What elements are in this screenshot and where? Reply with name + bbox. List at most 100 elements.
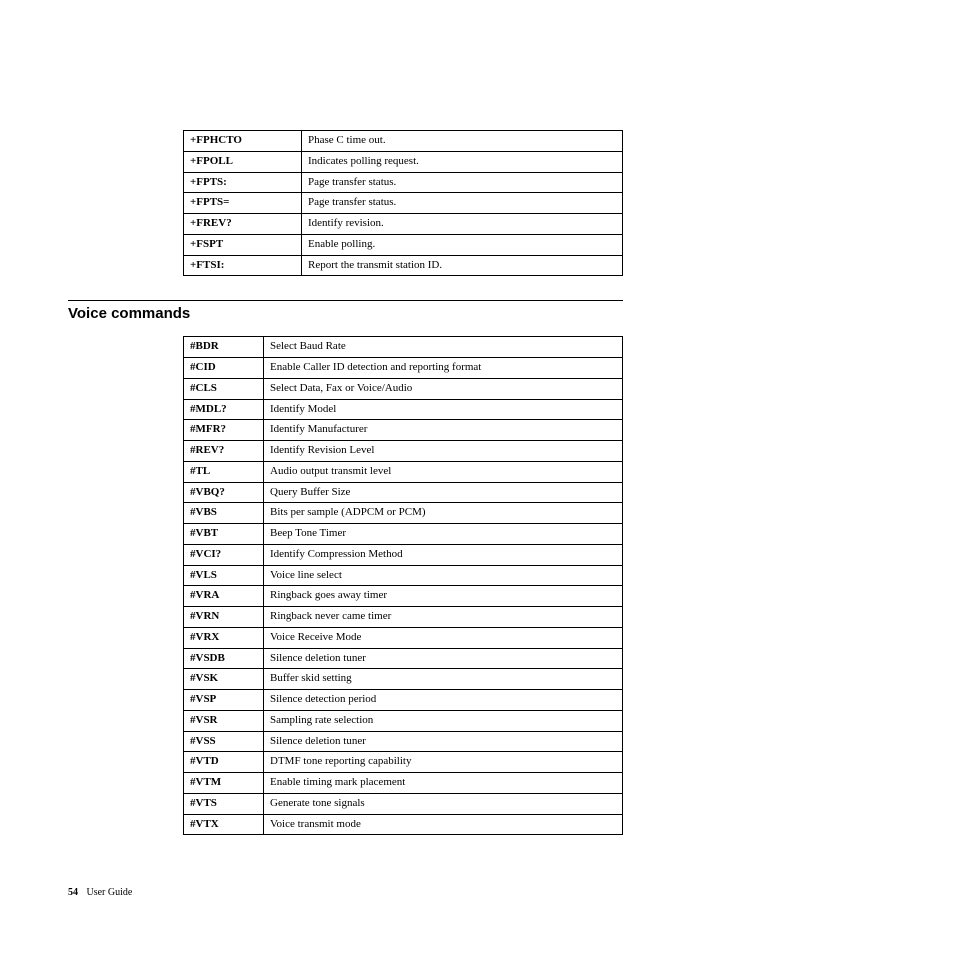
table-row: #CLSSelect Data, Fax or Voice/Audio [184, 378, 623, 399]
table-row: #VSDBSilence deletion tuner [184, 648, 623, 669]
command-code: #VSDB [184, 648, 264, 669]
command-code: #TL [184, 461, 264, 482]
command-code: #MFR? [184, 420, 264, 441]
command-description: Bits per sample (ADPCM or PCM) [264, 503, 623, 524]
command-description: Silence deletion tuner [264, 648, 623, 669]
table-row: #CIDEnable Caller ID detection and repor… [184, 358, 623, 379]
command-code: #REV? [184, 441, 264, 462]
table-row: #VBTBeep Tone Timer [184, 524, 623, 545]
table-row: #VSRSampling rate selection [184, 710, 623, 731]
table-row: #MFR?Identify Manufacturer [184, 420, 623, 441]
table-row: #BDRSelect Baud Rate [184, 337, 623, 358]
command-description: Silence deletion tuner [264, 731, 623, 752]
table-row: #VSSSilence deletion tuner [184, 731, 623, 752]
command-description: Enable Caller ID detection and reporting… [264, 358, 623, 379]
table-row: +FPTS=Page transfer status. [184, 193, 623, 214]
table-row: #VTSGenerate tone signals [184, 793, 623, 814]
command-code: #VBT [184, 524, 264, 545]
command-description: Beep Tone Timer [264, 524, 623, 545]
command-code: #VTD [184, 752, 264, 773]
command-description: Enable timing mark placement [264, 773, 623, 794]
table-row: #VTMEnable timing mark placement [184, 773, 623, 794]
command-description: Sampling rate selection [264, 710, 623, 731]
command-code: #VSR [184, 710, 264, 731]
table-row: +FPHCTOPhase C time out. [184, 131, 623, 152]
command-code: #VBS [184, 503, 264, 524]
command-code: +FPTS: [184, 172, 302, 193]
command-description: Generate tone signals [264, 793, 623, 814]
command-code: #MDL? [184, 399, 264, 420]
command-code: #CID [184, 358, 264, 379]
command-description: Identify revision. [302, 214, 623, 235]
table-row: +FPTS:Page transfer status. [184, 172, 623, 193]
section-title-voice-commands: Voice commands [68, 305, 814, 322]
command-description: Phase C time out. [302, 131, 623, 152]
table-row: #VRXVoice Receive Mode [184, 627, 623, 648]
command-code: #VTM [184, 773, 264, 794]
page-footer: 54 User Guide [68, 887, 132, 898]
command-description: Identify Revision Level [264, 441, 623, 462]
fax-commands-block: +FPHCTOPhase C time out.+FPOLLIndicates … [183, 130, 623, 276]
fax-commands-table: +FPHCTOPhase C time out.+FPOLLIndicates … [183, 130, 623, 276]
table-row: +FREV?Identify revision. [184, 214, 623, 235]
command-code: #VTS [184, 793, 264, 814]
table-row: +FPOLLIndicates polling request. [184, 151, 623, 172]
command-description: Silence detection period [264, 690, 623, 711]
command-description: Query Buffer Size [264, 482, 623, 503]
command-code: +FPOLL [184, 151, 302, 172]
page: +FPHCTOPhase C time out.+FPOLLIndicates … [0, 0, 954, 954]
section-divider [68, 300, 623, 301]
table-row: #VRARingback goes away timer [184, 586, 623, 607]
command-code: #BDR [184, 337, 264, 358]
command-code: #VSP [184, 690, 264, 711]
command-code: #VRX [184, 627, 264, 648]
table-row: #VCI?Identify Compression Method [184, 544, 623, 565]
command-description: Voice Receive Mode [264, 627, 623, 648]
table-row: #VSPSilence detection period [184, 690, 623, 711]
command-code: +FREV? [184, 214, 302, 235]
command-code: #VSK [184, 669, 264, 690]
command-description: Identify Compression Method [264, 544, 623, 565]
table-row: #TLAudio output transmit level [184, 461, 623, 482]
command-code: #VLS [184, 565, 264, 586]
voice-commands-block: #BDRSelect Baud Rate#CIDEnable Caller ID… [183, 336, 623, 835]
command-description: Audio output transmit level [264, 461, 623, 482]
table-row: #VTDDTMF tone reporting capability [184, 752, 623, 773]
command-code: #VTX [184, 814, 264, 835]
command-description: DTMF tone reporting capability [264, 752, 623, 773]
table-row: #VBSBits per sample (ADPCM or PCM) [184, 503, 623, 524]
command-code: +FTSI: [184, 255, 302, 276]
command-code: #VSS [184, 731, 264, 752]
table-row: #VRNRingback never came timer [184, 607, 623, 628]
table-row: +FSPTEnable polling. [184, 234, 623, 255]
command-description: Enable polling. [302, 234, 623, 255]
command-code: +FPHCTO [184, 131, 302, 152]
command-code: #VRA [184, 586, 264, 607]
command-description: Indicates polling request. [302, 151, 623, 172]
command-description: Identify Manufacturer [264, 420, 623, 441]
command-code: #VRN [184, 607, 264, 628]
command-code: +FPTS= [184, 193, 302, 214]
table-row: #VSKBuffer skid setting [184, 669, 623, 690]
command-code: #CLS [184, 378, 264, 399]
command-description: Ringback never came timer [264, 607, 623, 628]
footer-label: User Guide [87, 887, 133, 898]
command-description: Page transfer status. [302, 193, 623, 214]
command-description: Select Baud Rate [264, 337, 623, 358]
page-number: 54 [68, 887, 78, 898]
table-row: +FTSI:Report the transmit station ID. [184, 255, 623, 276]
command-description: Report the transmit station ID. [302, 255, 623, 276]
table-row: #MDL?Identify Model [184, 399, 623, 420]
table-row: #VTXVoice transmit mode [184, 814, 623, 835]
command-description: Page transfer status. [302, 172, 623, 193]
command-code: +FSPT [184, 234, 302, 255]
table-row: #REV?Identify Revision Level [184, 441, 623, 462]
command-description: Identify Model [264, 399, 623, 420]
voice-commands-table: #BDRSelect Baud Rate#CIDEnable Caller ID… [183, 336, 623, 835]
command-code: #VCI? [184, 544, 264, 565]
table-row: #VBQ?Query Buffer Size [184, 482, 623, 503]
table-row: #VLSVoice line select [184, 565, 623, 586]
command-description: Buffer skid setting [264, 669, 623, 690]
command-description: Voice line select [264, 565, 623, 586]
command-description: Ringback goes away timer [264, 586, 623, 607]
